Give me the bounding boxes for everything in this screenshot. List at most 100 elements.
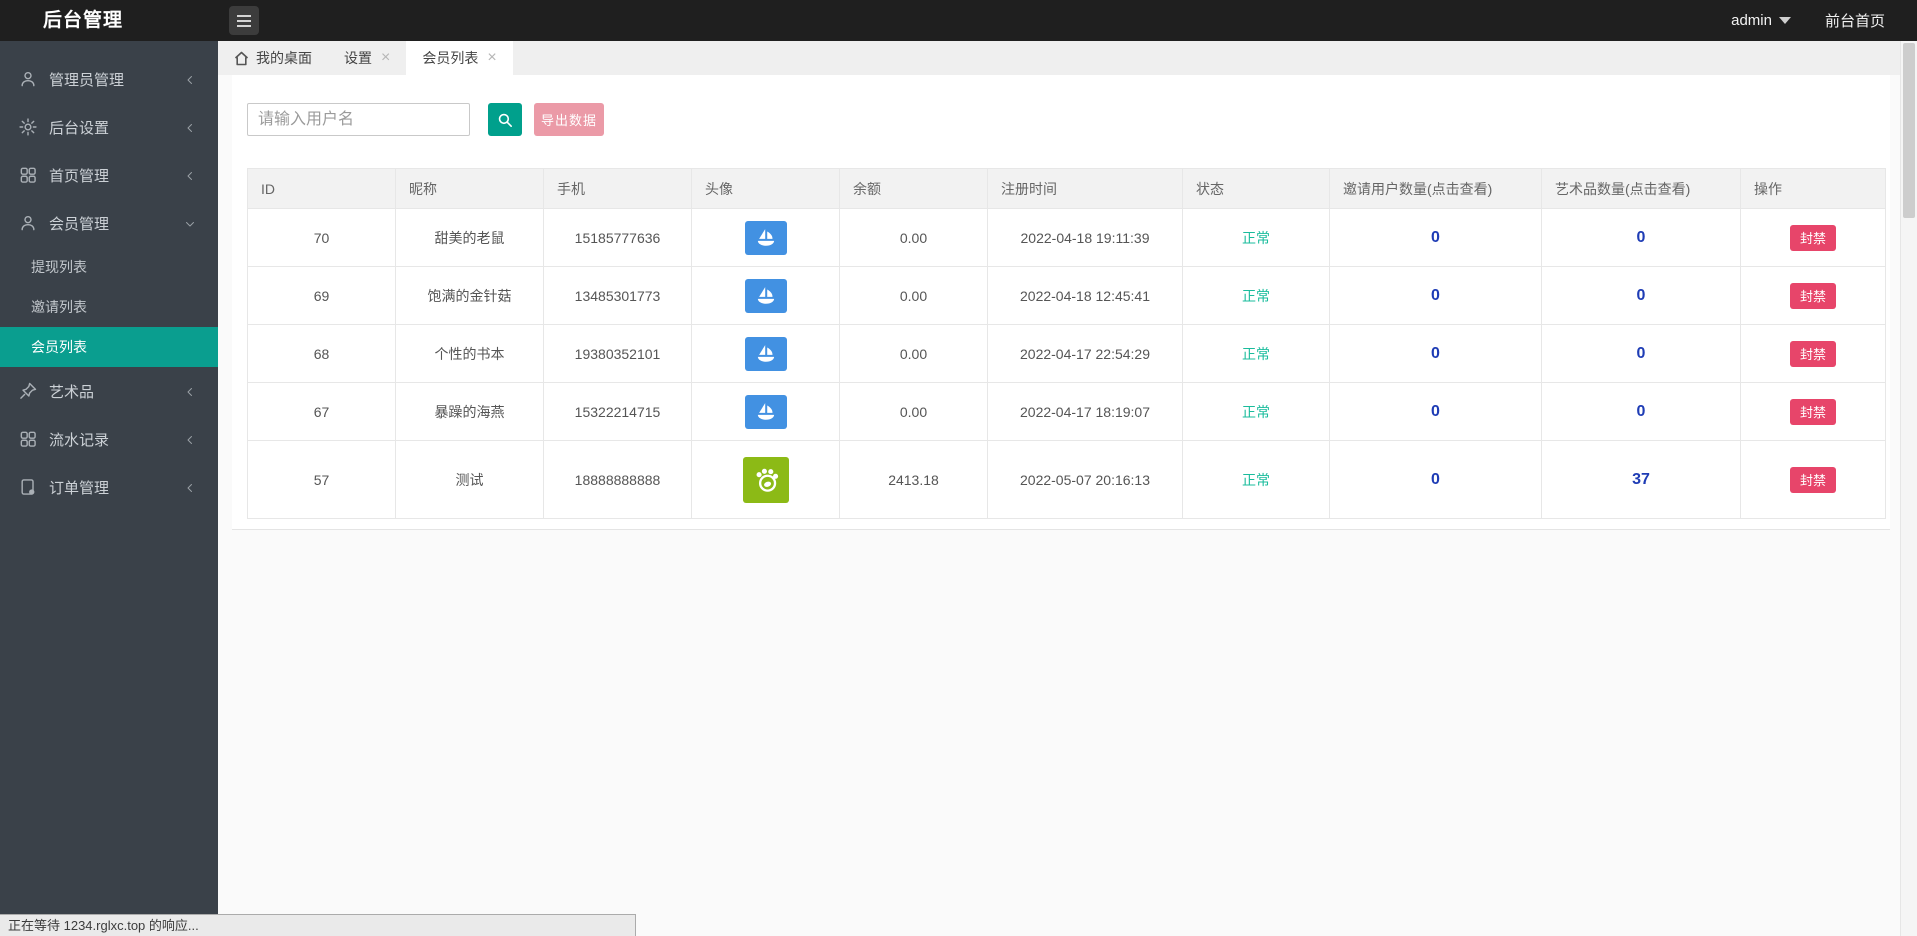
ban-button[interactable]: 封禁 [1790, 398, 1836, 425]
cell-avatar [691, 324, 840, 383]
tab-my-desktop[interactable]: 我的桌面 [218, 41, 328, 75]
cell-nickname: 甜美的老鼠 [395, 208, 544, 267]
status-badge[interactable]: 正常 [1242, 230, 1270, 246]
sidebar-toggle-button[interactable] [229, 6, 259, 35]
boat-avatar-icon [744, 394, 787, 429]
ban-button[interactable]: 封禁 [1790, 340, 1836, 367]
cell-status: 正常 [1182, 208, 1330, 267]
cell-id: 68 [247, 324, 396, 383]
cell-phone: 13485301773 [543, 266, 692, 325]
toolbar: 导出数据 [247, 103, 1885, 136]
cell-avatar [691, 266, 840, 325]
art-count-link[interactable]: 0 [1637, 403, 1646, 420]
ban-button[interactable]: 封禁 [1790, 282, 1836, 309]
app-title: 后台管理 [43, 10, 124, 31]
cell-invite-count: 0 [1329, 266, 1542, 325]
invite-count-link[interactable]: 0 [1431, 287, 1440, 304]
vertical-scrollbar[interactable] [1900, 41, 1917, 936]
sidebar-subitem-label: 提现列表 [31, 259, 87, 275]
cell-balance: 0.00 [839, 382, 988, 441]
boat-avatar-icon [744, 336, 787, 371]
column-header: 手机 [543, 168, 692, 209]
search-button[interactable] [488, 103, 522, 136]
column-header: 头像 [691, 168, 840, 209]
ban-button[interactable]: 封禁 [1790, 224, 1836, 251]
table-row: 67 暴躁的海燕 15322214715 0.00 2022-04-17 18:… [247, 382, 1886, 441]
invite-count-link[interactable]: 0 [1431, 403, 1440, 420]
cell-id: 69 [247, 266, 396, 325]
art-count-link[interactable]: 0 [1637, 229, 1646, 246]
chevron-left-icon [184, 481, 196, 493]
main-content: 我的桌面 设置 × 会员列表 × 导出数据 ID昵称手机头像余额注册时间状态邀请… [218, 41, 1917, 936]
status-badge[interactable]: 正常 [1242, 346, 1270, 362]
sidebar-item-label: 订单管理 [49, 479, 110, 497]
export-data-button[interactable]: 导出数据 [534, 103, 605, 136]
sidebar-item-member-management[interactable]: 会员管理 [0, 199, 218, 247]
tab-label: 我的桌面 [256, 50, 312, 66]
cell-balance: 2413.18 [839, 440, 988, 519]
scrollbar-thumb[interactable] [1903, 43, 1915, 218]
sidebar-subitem-invite-list[interactable]: 邀请列表 [0, 287, 218, 327]
status-badge[interactable]: 正常 [1242, 404, 1270, 420]
sidebar-item-label: 会员管理 [49, 215, 110, 233]
art-count-link[interactable]: 37 [1632, 471, 1650, 488]
cell-art-count: 0 [1541, 266, 1741, 325]
cell-action: 封禁 [1740, 266, 1886, 325]
close-icon[interactable]: × [487, 50, 496, 66]
sidebar-item-order-management[interactable]: 订单管理 [0, 463, 218, 511]
search-input[interactable] [247, 103, 470, 136]
close-icon[interactable]: × [381, 50, 390, 66]
admin-dropdown[interactable]: admin [1731, 12, 1791, 29]
cell-id: 70 [247, 208, 396, 267]
content-panel: 导出数据 ID昵称手机头像余额注册时间状态邀请用户数量(点击查看)艺术品数量(点… [232, 75, 1890, 530]
cell-phone: 15322214715 [543, 382, 692, 441]
sidebar-item-admin-management[interactable]: 管理员管理 [0, 55, 218, 103]
sidebar-item-homepage-management[interactable]: 首页管理 [0, 151, 218, 199]
sidebar-item-transaction-records[interactable]: 流水记录 [0, 415, 218, 463]
cell-phone: 19380352101 [543, 324, 692, 383]
sidebar-item-label: 流水记录 [49, 431, 110, 449]
member-table: ID 昵称 手机 头像 余额 注册时间 状态 邀请用户数量(点击查看) 艺术品数量(点击查看) 操… [247, 168, 1886, 519]
art-count-link[interactable]: 0 [1637, 345, 1646, 362]
browser-status-bar: 正在等待 1234.rglxc.top 的响应... [0, 914, 636, 936]
home-icon [234, 51, 249, 66]
sidebar-item-backend-settings[interactable]: 后台设置 [0, 103, 218, 151]
ban-button[interactable]: 封禁 [1790, 466, 1836, 493]
status-badge[interactable]: 正常 [1242, 288, 1270, 304]
invite-count-link[interactable]: 0 [1431, 471, 1440, 488]
search-icon [498, 113, 512, 127]
chevron-down-icon [184, 217, 196, 229]
file-icon [18, 477, 38, 497]
status-badge[interactable]: 正常 [1242, 472, 1270, 488]
user-icon [18, 213, 38, 233]
cell-nickname: 暴躁的海燕 [395, 382, 544, 441]
invite-count-link[interactable]: 0 [1431, 345, 1440, 362]
sidebar: 管理员管理 后台设置 首页管理 会员管理 提现列表 邀请列表 会员列表 艺术品 … [0, 41, 218, 936]
user-icon [18, 69, 38, 89]
chevron-left-icon [184, 73, 196, 85]
cell-status: 正常 [1182, 382, 1330, 441]
cell-avatar [691, 440, 840, 519]
status-text: 正在等待 1234.rglxc.top 的响应... [8, 918, 199, 933]
cell-invite-count: 0 [1329, 440, 1542, 519]
sidebar-subitem-label: 邀请列表 [31, 299, 87, 315]
boat-avatar-icon [744, 278, 787, 313]
frontend-home-link[interactable]: 前台首页 [1825, 10, 1885, 31]
sidebar-item-label: 后台设置 [49, 119, 110, 137]
table-row: 69 饱满的金针菇 13485301773 0.00 2022-04-18 12… [247, 266, 1886, 325]
tab-settings[interactable]: 设置 × [328, 41, 406, 75]
sidebar-subitem-withdraw-list[interactable]: 提现列表 [0, 247, 218, 287]
boat-avatar-icon [744, 220, 787, 255]
invite-count-link[interactable]: 0 [1431, 229, 1440, 246]
column-header: 操作 [1740, 168, 1886, 209]
sidebar-item-artworks[interactable]: 艺术品 [0, 367, 218, 415]
column-header: 状态 [1182, 168, 1330, 209]
cell-phone: 15185777636 [543, 208, 692, 267]
sidebar-item-label: 首页管理 [49, 167, 110, 185]
sidebar-subitem-member-list[interactable]: 会员列表 [0, 327, 218, 367]
cell-nickname: 个性的书本 [395, 324, 544, 383]
chevron-left-icon [184, 433, 196, 445]
column-header: 余额 [839, 168, 988, 209]
art-count-link[interactable]: 0 [1637, 287, 1646, 304]
tab-member-list[interactable]: 会员列表 × [406, 41, 513, 75]
